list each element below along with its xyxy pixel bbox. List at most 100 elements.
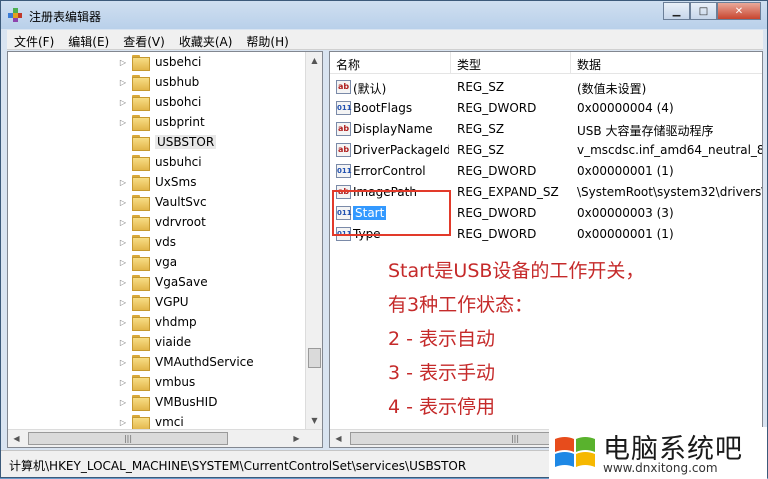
expand-arrow-icon[interactable]: ▷ [118,378,128,387]
menu-bar: 文件(F) 编辑(E) 查看(V) 收藏夹(A) 帮助(H) [7,30,763,50]
menu-favorites[interactable]: 收藏夹(A) [172,30,240,49]
string-value-icon: ab [336,143,351,157]
tree-item[interactable]: ▷ VMBusHID [118,392,217,412]
key-tree-pane[interactable]: ▷ usbehci ▷ usbhub ▷ usbohci ▷ usbprint USBSTOR u… [7,51,323,448]
tree-item-label: vga [155,255,178,269]
expand-arrow-icon[interactable]: ▷ [118,338,128,347]
expand-arrow-icon[interactable]: ▷ [118,118,128,127]
value-data: v_mscdsc.inf_amd64_neutral_8b13 [577,143,762,157]
tree-item[interactable]: ▷ viaide [118,332,191,352]
expand-arrow-icon[interactable]: ▷ [118,98,128,107]
value-type: REG_SZ [457,143,505,157]
registry-editor-window: 注册表编辑器 ▁ □ ✕ 文件(F) 编辑(E) 查看(V) 收藏夹(A) 帮助… [0,0,768,479]
tree-item[interactable]: ▷ usbprint [118,112,205,132]
maximize-icon: □ [698,5,709,17]
annotation-line: 3 - 表示手动 [388,362,496,384]
tree-item-label: USBSTOR [155,135,217,149]
expand-arrow-icon[interactable]: ▷ [118,238,128,247]
scroll-up-arrow-icon[interactable]: ▲ [306,52,322,69]
tree-item[interactable]: ▷ vga [118,252,177,272]
annotation-line: 2 - 表示自动 [388,328,496,350]
expand-arrow-icon[interactable]: ▷ [118,278,128,287]
value-name: DisplayName [353,122,433,136]
scroll-left-arrow-icon[interactable]: ◀ [330,430,347,447]
tree-horizontal-scrollbar[interactable]: ◀ ||| ▶ [8,429,322,447]
expand-arrow-icon[interactable]: ▷ [118,318,128,327]
annotation-line: 有3种工作状态： [388,294,534,316]
expand-arrow-icon[interactable]: ▷ [118,178,128,187]
maximize-button[interactable]: □ [690,2,717,20]
value-row[interactable]: ab (默认) REG_SZ (数值未设置) [330,77,762,98]
tree-item[interactable]: USBSTOR [118,132,217,152]
expand-arrow-icon[interactable]: ▷ [118,418,128,427]
tree-horizontal-scroll-thumb[interactable]: ||| [28,432,228,445]
value-type: REG_DWORD [457,101,537,115]
menu-file[interactable]: 文件(F) [7,30,61,49]
tree-item[interactable]: ▷ usbhub [118,72,199,92]
expand-arrow-icon[interactable]: ▷ [118,258,128,267]
tree-item[interactable]: ▷ usbohci [118,92,201,112]
value-type: REG_DWORD [457,164,537,178]
tree-item[interactable]: ▷ vhdmp [118,312,197,332]
value-type: REG_SZ [457,80,505,94]
tree-vertical-scroll-thumb[interactable] [308,348,321,368]
tree-item[interactable]: ▷ vmbus [118,372,195,392]
expand-arrow-icon[interactable]: ▷ [118,358,128,367]
value-type: REG_SZ [457,122,505,136]
value-type: REG_DWORD [457,227,537,241]
tree-item[interactable]: ▷ vds [118,232,176,252]
column-name-header[interactable]: 名称 [336,56,360,73]
string-value-icon: ab [336,122,351,136]
folder-icon [132,295,150,311]
status-path: 计算机\HKEY_LOCAL_MACHINE\SYSTEM\CurrentCon… [9,459,467,473]
watermark-url: www.dnxitong.com [603,461,718,475]
tree-item[interactable]: ▷ VGPU [118,292,189,312]
expand-arrow-icon[interactable]: ▷ [118,58,128,67]
folder-icon [132,335,150,351]
tree-item[interactable]: ▷ VMAuthdService [118,352,254,372]
value-type: REG_DWORD [457,206,537,220]
expand-arrow-icon[interactable]: ▷ [118,198,128,207]
dword-value-icon: 011 [336,101,352,115]
minimize-button[interactable]: ▁ [663,2,690,20]
tree-item-label: viaide [155,335,192,349]
close-button[interactable]: ✕ [717,2,761,20]
folder-icon [132,375,150,391]
scroll-left-arrow-icon[interactable]: ◀ [8,430,25,447]
expand-arrow-icon[interactable]: ▷ [118,398,128,407]
title-bar[interactable]: 注册表编辑器 ▁ □ ✕ [1,1,767,29]
folder-icon [132,115,150,131]
column-data-header[interactable]: 数据 [577,56,601,73]
tree-item[interactable]: usbuhci [118,152,202,172]
expand-arrow-icon[interactable]: ▷ [118,218,128,227]
menu-help[interactable]: 帮助(H) [239,30,295,49]
scroll-right-arrow-icon[interactable]: ▶ [288,430,305,447]
value-data: (数值未设置) [577,82,647,96]
tree-vertical-scrollbar[interactable]: ▲ ▼ [305,52,322,429]
value-data: 0x00000004 (4) [577,101,674,115]
value-name: (默认) [353,82,387,96]
menu-view[interactable]: 查看(V) [116,30,172,49]
tree-item[interactable]: ▷ UxSms [118,172,196,192]
tree-item[interactable]: ▷ VaultSvc [118,192,207,212]
tree-item[interactable]: ▷ usbehci [118,52,201,72]
folder-icon [132,95,150,111]
value-row[interactable]: 011 BootFlags REG_DWORD 0x00000004 (4) [330,98,762,119]
value-row[interactable]: ab DisplayName REG_SZ USB 大容量存储驱动程序 [330,119,762,140]
tree-item-label: VgaSave [155,275,208,289]
scroll-down-arrow-icon[interactable]: ▼ [306,412,322,429]
value-row[interactable]: ab DriverPackageId REG_SZ v_mscdsc.inf_amd6… [330,140,762,161]
tree-item[interactable]: ▷ vdrvroot [118,212,206,232]
annotation-line: Start是USB设备的工作开关， [388,260,645,282]
value-row[interactable]: 011 ErrorControl REG_DWORD 0x00000001 (1) [330,161,762,182]
tree-item-label: vdrvroot [155,215,206,229]
menu-edit[interactable]: 编辑(E) [61,30,116,49]
column-type-header[interactable]: 类型 [457,56,481,73]
values-pane[interactable]: 名称 类型 数据 ab (默认) REG_SZ (数值未设置) 011 BootFlags… [329,51,763,448]
folder-icon [132,75,150,91]
tree-item[interactable]: ▷ VgaSave [118,272,208,292]
expand-arrow-icon[interactable]: ▷ [118,78,128,87]
folder-icon [132,175,150,191]
expand-arrow-icon[interactable]: ▷ [118,298,128,307]
tree-item-label: VMBusHID [155,395,218,409]
